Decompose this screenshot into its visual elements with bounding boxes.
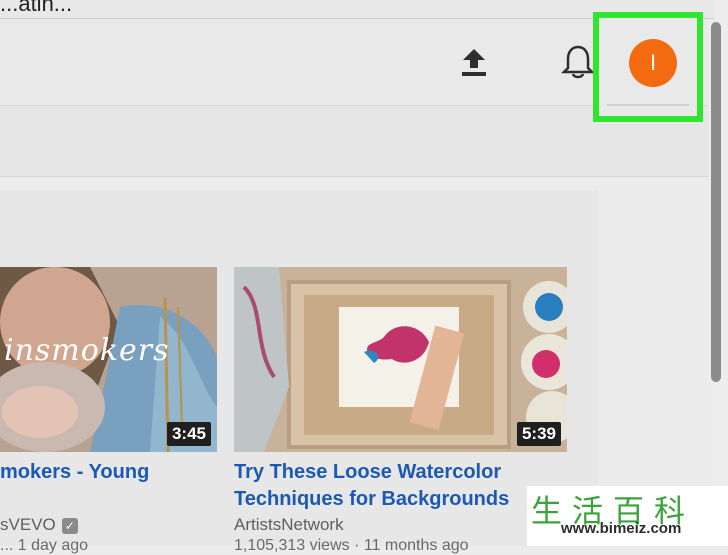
channel-name-1[interactable]: sVEVO ✓ bbox=[0, 515, 78, 535]
watermark: 生活百科 www.bimeiz.com bbox=[527, 486, 728, 546]
video-title-2[interactable]: Try These Loose Watercolor Techniques fo… bbox=[234, 459, 564, 513]
video-meta-1: ... 1 day ago bbox=[0, 537, 89, 554]
channel-name-text[interactable]: sVEVO bbox=[0, 515, 56, 534]
divider bbox=[607, 104, 689, 106]
channel-name-2[interactable]: ArtistsNetwork bbox=[234, 515, 344, 535]
url-text: ...atin... bbox=[0, 0, 73, 16]
watermark-url: www.bimeiz.com bbox=[561, 520, 682, 537]
video-title-1[interactable]: mokers - Young bbox=[0, 459, 217, 486]
account-avatar-button[interactable]: I bbox=[593, 12, 703, 122]
thumbnail-overlay-text: insmokers bbox=[4, 333, 170, 368]
avatar: I bbox=[629, 39, 677, 87]
upload-icon[interactable] bbox=[460, 47, 488, 77]
duration-badge: 3:45 bbox=[166, 422, 211, 446]
scrollbar-thumb[interactable] bbox=[711, 22, 721, 382]
video-thumbnail-2[interactable]: 5:39 bbox=[234, 267, 567, 452]
duration-badge: 5:39 bbox=[516, 422, 561, 446]
bell-icon[interactable] bbox=[560, 44, 596, 80]
video-thumbnail-1[interactable]: insmokers 3:45 bbox=[0, 267, 217, 452]
verified-check-icon: ✓ bbox=[61, 517, 78, 534]
video-meta-2: 1,105,313 views · 11 months ago bbox=[234, 537, 469, 554]
